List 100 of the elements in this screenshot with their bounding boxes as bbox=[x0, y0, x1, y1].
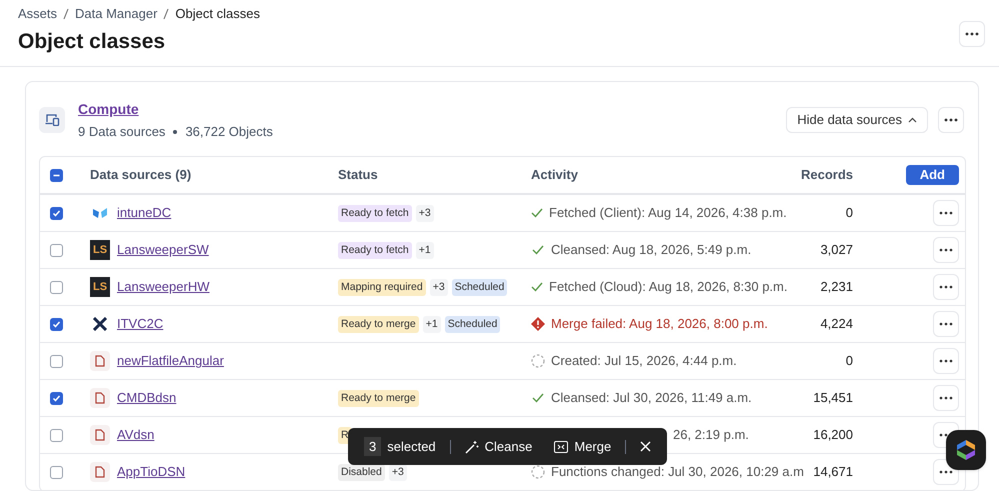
magic-wand-icon bbox=[464, 440, 479, 454]
check-icon bbox=[531, 208, 543, 218]
activity-text: Merge failed: Aug 18, 2026, 8:00 p.m. bbox=[551, 315, 768, 334]
more-icon bbox=[939, 322, 953, 326]
more-icon bbox=[939, 359, 953, 363]
records-count: 2,231 bbox=[820, 279, 853, 294]
file-icon bbox=[95, 355, 105, 367]
status-tag: Scheduled bbox=[444, 316, 500, 332]
data-source-link[interactable]: newFlatfileAngular bbox=[117, 351, 224, 371]
status-tag: +3 bbox=[430, 278, 448, 296]
add-button[interactable]: Add bbox=[906, 165, 959, 185]
card-more-button[interactable] bbox=[938, 106, 964, 132]
column-header: Activity bbox=[531, 167, 578, 182]
records-count: 0 bbox=[846, 353, 853, 368]
checkbox[interactable] bbox=[50, 206, 63, 220]
activity-text: Created: Jul 15, 2026, 4:44 p.m. bbox=[551, 352, 737, 370]
records-count: 4,224 bbox=[820, 316, 853, 332]
check-icon bbox=[532, 393, 544, 403]
file-icon bbox=[95, 466, 105, 478]
merge-icon bbox=[554, 440, 568, 452]
x-logo-icon bbox=[93, 317, 107, 331]
column-header: Records bbox=[800, 167, 853, 182]
floating-assistant-overlay[interactable] bbox=[946, 430, 986, 470]
check-icon bbox=[531, 282, 543, 292]
checkmark-icon bbox=[52, 394, 61, 402]
checkbox[interactable] bbox=[50, 466, 63, 478]
data-source-link[interactable]: LansweeperSW bbox=[117, 240, 209, 260]
status-tag: Ready to merge bbox=[338, 316, 419, 332]
merge-button[interactable]: Merge bbox=[554, 436, 612, 456]
status-tag: Ready to fetch bbox=[338, 242, 412, 258]
data-source-link[interactable]: AVdsn bbox=[117, 425, 154, 445]
more-icon bbox=[939, 211, 953, 215]
checkmark-icon bbox=[52, 320, 61, 328]
checkmark-icon bbox=[52, 208, 61, 218]
status-tag: Scheduled bbox=[452, 278, 508, 296]
activity-text: Fetched (Client): Aug 14, 2026, 4:38 p.m. bbox=[549, 204, 787, 222]
error-icon bbox=[531, 317, 545, 331]
checkbox[interactable] bbox=[50, 318, 63, 330]
page-more-button[interactable] bbox=[959, 21, 985, 47]
status-tag: Disabled bbox=[338, 464, 385, 480]
hide-sources-button[interactable]: Hide data sources bbox=[786, 106, 928, 132]
data-source-link[interactable]: ITVC2C bbox=[117, 314, 164, 334]
checkbox[interactable] bbox=[50, 428, 63, 442]
data-source-link[interactable]: intuneDC bbox=[117, 203, 172, 223]
records-count: 15,451 bbox=[813, 390, 853, 406]
data-source-count: 9 Data sources bbox=[78, 122, 166, 141]
close-button[interactable] bbox=[640, 441, 652, 452]
records-count: 3,027 bbox=[820, 242, 853, 258]
breadcrumb-separator bbox=[63, 8, 70, 20]
checkbox[interactable] bbox=[50, 168, 63, 182]
more-icon bbox=[939, 285, 953, 289]
checkbox[interactable] bbox=[50, 354, 63, 368]
column-header: Status bbox=[338, 167, 378, 182]
cleanse-button[interactable]: Cleanse bbox=[464, 436, 532, 456]
activity-text: 26, 2:19 p.m. bbox=[673, 426, 749, 444]
object-count: 36,722 Objects bbox=[185, 122, 273, 141]
activity-text: Cleansed: Jul 30, 2026, 11:49 a.m. bbox=[551, 389, 752, 408]
pending-icon bbox=[531, 465, 545, 479]
records-count: 14,671 bbox=[813, 464, 853, 480]
file-icon bbox=[95, 429, 105, 441]
chevron-up-icon bbox=[908, 116, 917, 122]
breadcrumb-separator bbox=[163, 8, 170, 20]
data-source-link[interactable]: LansweeperHW bbox=[117, 277, 210, 297]
more-icon bbox=[944, 118, 958, 122]
breadcrumb-link[interactable]: Data Manager bbox=[75, 4, 158, 24]
pending-icon bbox=[531, 354, 545, 368]
ls-logo: LS bbox=[90, 277, 110, 297]
close-icon bbox=[640, 441, 652, 452]
butterfly-logo-icon bbox=[92, 207, 108, 219]
checkbox[interactable] bbox=[50, 392, 63, 404]
status-tag: +3 bbox=[416, 204, 434, 222]
records-count: 16,200 bbox=[813, 427, 853, 442]
more-icon bbox=[965, 32, 979, 36]
status-tag: Mapping required bbox=[338, 278, 426, 296]
data-source-link[interactable]: CMDBdsn bbox=[117, 388, 176, 408]
status-tag: +1 bbox=[422, 316, 441, 332]
column-header: Data sources (9) bbox=[90, 167, 192, 182]
check-icon bbox=[532, 245, 544, 255]
more-icon bbox=[939, 396, 953, 400]
data-source-link[interactable]: AppTioDSN bbox=[117, 462, 186, 482]
hexagon-logo-icon bbox=[956, 439, 976, 461]
more-icon bbox=[939, 470, 953, 474]
selected-label: selected bbox=[387, 438, 436, 456]
status-tag: Ready to fetch bbox=[338, 204, 412, 222]
file-icon bbox=[95, 392, 105, 404]
records-count: 0 bbox=[846, 205, 853, 220]
activity-text: Functions changed: Jul 30, 2026, 10:29 a.m bbox=[551, 463, 804, 482]
ls-logo: LS bbox=[90, 240, 110, 260]
activity-text: Cleansed: Aug 18, 2026, 5:49 p.m. bbox=[551, 241, 752, 260]
status-tag: Ready to merge bbox=[338, 390, 419, 406]
activity-text: Fetched (Cloud): Aug 18, 2026, 8:30 p.m. bbox=[549, 278, 788, 296]
selected-count: 3 bbox=[364, 436, 382, 456]
status-tag: +1 bbox=[416, 242, 434, 258]
checkbox[interactable] bbox=[50, 280, 63, 294]
devices-icon bbox=[44, 113, 60, 126]
breadcrumb-link[interactable]: Assets bbox=[18, 4, 58, 24]
checkbox[interactable] bbox=[50, 244, 63, 256]
class-name-link[interactable]: Compute bbox=[78, 100, 139, 117]
current-page-label[interactable]: Object classes bbox=[175, 4, 260, 24]
more-icon bbox=[939, 248, 953, 252]
